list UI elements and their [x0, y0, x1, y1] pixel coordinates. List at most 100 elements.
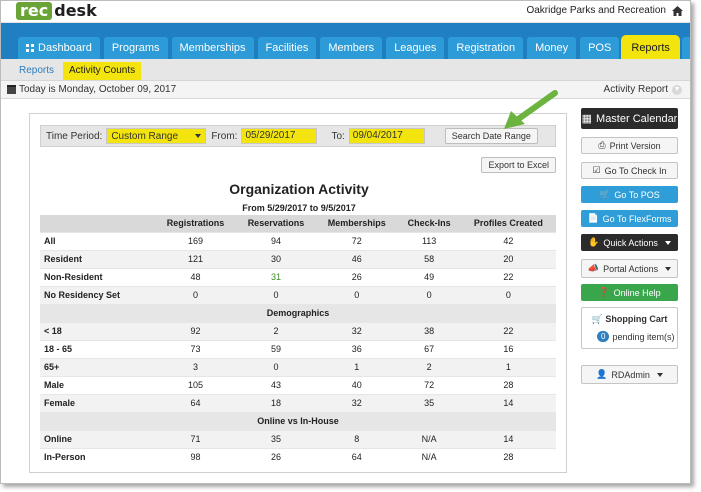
- user-name: RDAdmin: [611, 369, 650, 380]
- file-icon: 📄: [587, 213, 599, 223]
- row-label: No Residency Set: [40, 285, 155, 304]
- table-cell: 31: [236, 267, 316, 286]
- table-cell: 105: [155, 375, 237, 394]
- table-cell: 169: [155, 231, 237, 250]
- go-to-pos-button[interactable]: 🛒 Go To POS: [581, 186, 678, 203]
- shopping-cart-label: Shopping Cart: [605, 314, 668, 324]
- row-label: 18 - 65: [40, 339, 155, 358]
- tab-memberships[interactable]: Memberships: [171, 37, 254, 59]
- tab-leagues[interactable]: Leagues: [386, 37, 445, 59]
- time-period-value: Custom Range: [111, 130, 179, 142]
- recdesk-logo[interactable]: rec desk: [16, 2, 97, 20]
- table-cell: 18: [236, 393, 316, 412]
- table-header-row: Registrations Reservations Memberships C…: [40, 215, 556, 232]
- table-cell: 42: [460, 231, 556, 250]
- quick-actions-button[interactable]: ✋ Quick Actions: [581, 234, 678, 251]
- from-label: From:: [211, 130, 238, 142]
- tab-pos[interactable]: POS: [580, 37, 620, 59]
- home-icon[interactable]: [672, 5, 683, 16]
- shopping-cart-box[interactable]: 🛒 Shopping Cart 0 pending item(s): [581, 307, 678, 349]
- column-header: [40, 215, 155, 232]
- table-cell: 72: [397, 375, 461, 394]
- tab-registration[interactable]: Registration: [448, 37, 524, 59]
- master-calendar-button[interactable]: ▦ Master Calendar: [581, 108, 678, 129]
- main-tabs: Dashboard Programs Memberships Facilitie…: [18, 37, 690, 59]
- activity-report-label: Activity Report: [603, 84, 668, 95]
- calendar-icon: ▦: [581, 113, 593, 125]
- hand-icon: ✋: [588, 237, 600, 247]
- table-cell: 14: [460, 429, 556, 448]
- tab-members[interactable]: Members: [320, 37, 383, 59]
- demographics-header: Demographics: [40, 303, 556, 322]
- portal-actions-button[interactable]: 📣 Portal Actions: [581, 259, 678, 278]
- from-date-input[interactable]: 05/29/2017: [241, 128, 318, 144]
- table-cell: 73: [155, 339, 237, 358]
- tab-money[interactable]: Money: [527, 37, 577, 59]
- row-label: Female: [40, 393, 155, 412]
- tab-admin[interactable]: Admin: [681, 37, 690, 59]
- filter-bar: Time Period: Custom Range From: 05/29/20…: [40, 125, 556, 147]
- go-to-pos-label: Go To POS: [614, 189, 660, 200]
- table-cell: 16: [460, 339, 556, 358]
- chevron-down-icon: ▼: [672, 84, 682, 95]
- subtab-activity-counts[interactable]: Activity Counts: [63, 62, 142, 80]
- chevron-down-icon: [656, 372, 663, 377]
- top-bar: rec desk Oakridge Parks and Recreation: [1, 1, 690, 23]
- table-cell: 26: [236, 447, 316, 466]
- calendar-icon: [7, 85, 16, 94]
- checkbox-icon: ☑: [592, 165, 601, 175]
- tab-facilities[interactable]: Facilities: [257, 37, 317, 59]
- to-date-input[interactable]: 09/04/2017: [348, 128, 425, 144]
- report-title: Organization Activity: [229, 181, 369, 197]
- chevron-down-icon: [665, 266, 672, 271]
- table-cell: 0: [315, 285, 398, 304]
- org-area: Oakridge Parks and Recreation: [526, 5, 683, 16]
- row-label: Online: [40, 429, 155, 448]
- table-cell: 26: [315, 267, 398, 286]
- check-in-button[interactable]: ☑ Go To Check In: [581, 162, 678, 179]
- time-period-select[interactable]: Custom Range: [106, 128, 207, 144]
- table-cell: 113: [397, 231, 461, 250]
- table-cell: 3: [155, 357, 237, 376]
- date-bar: Today is Monday, October 09, 2017 Activi…: [1, 81, 690, 99]
- table-row: Non-Resident 48 31 26 49 22: [40, 267, 556, 286]
- cart-icon: 🛒: [591, 314, 603, 324]
- portal-actions-label: Portal Actions: [603, 263, 659, 274]
- activity-table: Registrations Reservations Memberships C…: [40, 215, 556, 466]
- activity-report-toggle[interactable]: Activity Report ▼: [604, 84, 682, 95]
- chevron-down-icon: [195, 134, 202, 138]
- table-cell: 20: [460, 249, 556, 268]
- row-label: Non-Resident: [40, 267, 155, 286]
- report-date-range: From 5/29/2017 to 9/5/2017: [242, 203, 356, 213]
- table-cell: 98: [155, 447, 237, 466]
- online-help-button[interactable]: ❓ Online Help: [581, 284, 678, 301]
- table-cell: 40: [315, 375, 398, 394]
- table-row: 65+ 3 0 1 2 1: [40, 357, 556, 376]
- annotation-arrow-icon: [504, 90, 558, 129]
- table-cell: 28: [460, 375, 556, 394]
- table-cell: 71: [155, 429, 237, 448]
- table-row: Resident 121 30 46 58 20: [40, 249, 556, 268]
- check-in-label: Go To Check In: [604, 165, 667, 176]
- tab-dashboard[interactable]: Dashboard: [18, 37, 100, 59]
- table-row: Female 64 18 32 35 14: [40, 393, 556, 412]
- logo-desk: desk: [54, 1, 97, 20]
- user-menu-button[interactable]: 👤 RDAdmin: [581, 365, 678, 384]
- export-excel-button[interactable]: Export to Excel: [481, 157, 556, 173]
- go-to-flexforms-button[interactable]: 📄 Go To FlexForms: [581, 210, 678, 227]
- print-version-label: Print Version: [609, 140, 661, 151]
- table-row: < 18 92 2 32 38 22: [40, 321, 556, 340]
- tab-programs[interactable]: Programs: [103, 37, 168, 59]
- table-cell: 2: [397, 357, 461, 376]
- table-cell: 43: [236, 375, 316, 394]
- table-cell: 0: [460, 285, 556, 304]
- column-header: Reservations: [236, 215, 316, 232]
- subtab-reports[interactable]: Reports: [13, 62, 60, 80]
- shopping-cart-title: 🛒 Shopping Cart: [582, 314, 677, 325]
- section-header-row: Online vs In-House: [40, 411, 556, 430]
- table-cell: 35: [236, 429, 316, 448]
- print-version-button[interactable]: ⎙ Print Version: [581, 137, 678, 154]
- tab-reports[interactable]: Reports: [623, 37, 678, 59]
- online-help-label: Online Help: [613, 287, 661, 298]
- table-cell: 67: [397, 339, 461, 358]
